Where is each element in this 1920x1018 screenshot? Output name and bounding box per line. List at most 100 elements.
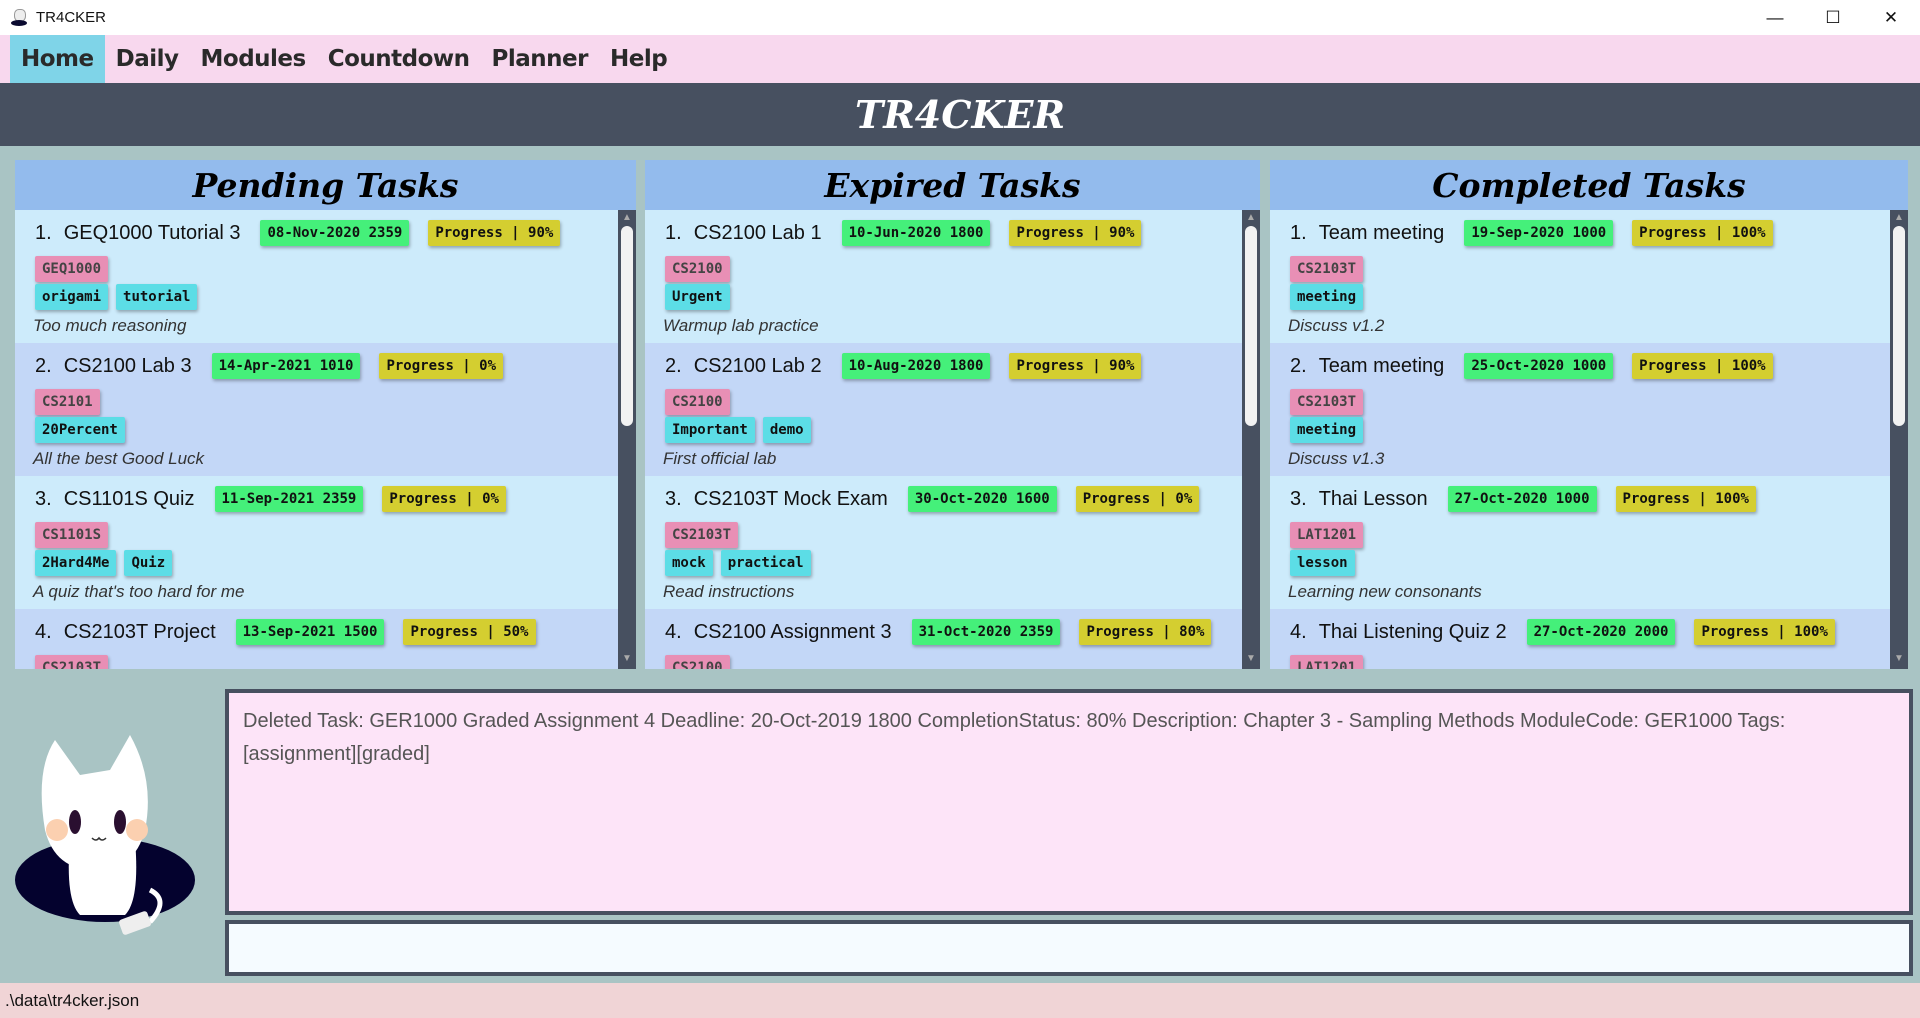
task-description: All the best Good Luck [33, 449, 205, 468]
progress-badge: Progress | 80% [1079, 619, 1212, 645]
task-header: 4. CS2103T Project 13-Sep-2021 1500 Progres… [35, 617, 618, 647]
tag-badge: meeting [1290, 284, 1364, 310]
module-code-badge: CS1101S [35, 522, 109, 548]
progress-badge: Progress | 100% [1694, 619, 1835, 645]
deadline-badge: 30-Oct-2020 1600 [907, 486, 1057, 512]
module-code-badge: CS2103T [665, 522, 739, 548]
window-title: TR4CKER [36, 9, 107, 26]
task-card[interactable]: 4. CS2100 Assignment 3 31-Oct-2020 2359 Pro… [645, 609, 1242, 669]
task-card[interactable]: 3. CS1101S Quiz 11-Sep-2021 2359 Progress |… [15, 476, 618, 609]
task-tags: CS2100 [665, 655, 1242, 669]
menu-planner[interactable]: Planner [481, 35, 599, 83]
task-header: 2. CS2100 Lab 3 14-Apr-2021 1010 Progress |… [35, 351, 618, 381]
completed-tasks-panel: Completed Tasks 1. Team meeting 19-Sep-2020… [1270, 160, 1908, 669]
task-header: 1. GEQ1000 Tutorial 3 08-Nov-2020 2359 Prog… [35, 218, 618, 248]
expired-tasks-panel: Expired Tasks 1. CS2100 Lab 1 10-Jun-2020 1… [645, 160, 1260, 669]
cat-mascot-image [15, 735, 195, 935]
task-index: 1. [665, 221, 682, 244]
tag-list: meeting [1290, 417, 1890, 443]
tag-badge: 20Percent [35, 417, 125, 443]
task-name: 2. CS2100 Lab 2 [665, 355, 822, 378]
task-card[interactable]: 1. Team meeting 19-Sep-2020 1000 Progress |… [1270, 210, 1890, 343]
deadline-badge: 25-Oct-2020 1000 [1464, 353, 1614, 379]
menu-modules[interactable]: Modules [190, 35, 317, 83]
result-display: Deleted Task: GER1000 Graded Assignment … [225, 689, 1913, 915]
task-card[interactable]: 2. CS2100 Lab 2 10-Aug-2020 1800 Progress |… [645, 343, 1242, 476]
scroll-down-arrow-icon[interactable]: ▼ [1890, 653, 1908, 667]
tag-list: 20Percent [35, 417, 618, 443]
scroll-up-arrow-icon[interactable]: ▲ [618, 212, 636, 226]
tag-badge: lesson [1290, 550, 1355, 576]
module-code-badge: CS2100 [665, 389, 730, 415]
task-list: 1. CS2100 Lab 1 10-Jun-2020 1800 Progress |… [645, 210, 1242, 669]
deadline-badge: 11-Sep-2021 2359 [214, 486, 364, 512]
module-code-badge: LAT1201 [1290, 655, 1364, 669]
task-name-text: Team meeting [1318, 354, 1445, 377]
app-header: TR4CKER [0, 83, 1920, 146]
menu-help[interactable]: Help [599, 35, 678, 83]
task-header: 3. Thai Lesson 27-Oct-2020 1000 Progress | … [1290, 484, 1890, 514]
close-button[interactable]: ✕ [1862, 0, 1920, 35]
deadline-badge: 10-Jun-2020 1800 [841, 220, 991, 246]
progress-badge: Progress | 0% [379, 353, 504, 379]
list-scrollbar[interactable]: ▲ ▼ [1890, 210, 1908, 669]
progress-badge: Progress | 90% [1009, 220, 1142, 246]
tag-badge: origami [35, 284, 109, 310]
task-card[interactable]: 4. Thai Listening Quiz 2 27-Oct-2020 2000 P… [1270, 609, 1890, 669]
list-scrollbar[interactable]: ▲ ▼ [1242, 210, 1260, 669]
scrollbar-thumb[interactable] [1893, 226, 1905, 426]
progress-badge: Progress | 100% [1632, 220, 1773, 246]
task-tags: CS2101 20Percent [35, 389, 618, 443]
task-name: 3. CS2103T Mock Exam [665, 488, 888, 511]
task-description: Read instructions [663, 582, 795, 601]
panel-title: Completed Tasks [1270, 160, 1908, 210]
scroll-up-arrow-icon[interactable]: ▲ [1242, 212, 1260, 226]
scroll-down-arrow-icon[interactable]: ▼ [1242, 653, 1260, 667]
command-input[interactable] [225, 920, 1913, 976]
task-name-text: Team meeting [1318, 221, 1445, 244]
task-card[interactable]: 3. CS2103T Mock Exam 30-Oct-2020 1600 Progr… [645, 476, 1242, 609]
status-bar: .\data\tr4cker.json [0, 983, 1920, 1018]
scroll-down-arrow-icon[interactable]: ▼ [618, 653, 636, 667]
task-header: 4. Thai Listening Quiz 2 27-Oct-2020 2000 P… [1290, 617, 1890, 647]
task-card[interactable]: 4. CS2103T Project 13-Sep-2021 1500 Progres… [15, 609, 618, 669]
menu-home[interactable]: Home [10, 35, 105, 83]
tag-list: meeting [1290, 284, 1890, 310]
task-name-text: CS2100 Lab 2 [693, 354, 822, 377]
module-code-badge: LAT1201 [1290, 522, 1364, 548]
app-cat-icon [10, 8, 28, 27]
list-scrollbar[interactable]: ▲ ▼ [618, 210, 636, 669]
minimize-button[interactable]: — [1746, 0, 1804, 35]
task-name: 4. Thai Listening Quiz 2 [1290, 621, 1507, 644]
module-code-badge: CS2103T [1290, 389, 1364, 415]
task-tags: LAT1201 [1290, 655, 1890, 669]
task-card[interactable]: 1. GEQ1000 Tutorial 3 08-Nov-2020 2359 Prog… [15, 210, 618, 343]
tag-badge: practical [720, 550, 811, 576]
task-card[interactable]: 2. Team meeting 25-Oct-2020 1000 Progress |… [1270, 343, 1890, 476]
task-tags: CS2103T meeting [1290, 389, 1890, 443]
task-tags: CS1101S 2Hard4Me Quiz [35, 522, 618, 576]
scrollbar-thumb[interactable] [1245, 226, 1257, 426]
task-name: 3. CS1101S Quiz [35, 488, 195, 511]
module-code-badge: CS2100 [665, 655, 730, 669]
menu-daily[interactable]: Daily [105, 35, 190, 83]
task-card[interactable]: 2. CS2100 Lab 3 14-Apr-2021 1010 Progress |… [15, 343, 618, 476]
maximize-button[interactable]: ☐ [1804, 0, 1862, 35]
task-name: 1. CS2100 Lab 1 [665, 222, 822, 245]
menu-countdown[interactable]: Countdown [317, 35, 481, 83]
task-header: 4. CS2100 Assignment 3 31-Oct-2020 2359 Pro… [665, 617, 1242, 647]
scroll-up-arrow-icon[interactable]: ▲ [1890, 212, 1908, 226]
module-code-badge: GEQ1000 [35, 256, 109, 282]
tag-badge: 2Hard4Me [35, 550, 117, 576]
data-file-path: .\data\tr4cker.json [5, 990, 140, 1010]
tag-badge: tutorial [116, 284, 198, 310]
tag-list: Important demo [665, 417, 1242, 443]
result-text: Deleted Task: GER1000 Graded Assignment … [243, 710, 1786, 765]
tag-badge: demo [762, 417, 811, 443]
task-name-text: Thai Lesson [1318, 487, 1428, 510]
task-card[interactable]: 3. Thai Lesson 27-Oct-2020 1000 Progress | … [1270, 476, 1890, 609]
scrollbar-thumb[interactable] [621, 226, 633, 426]
task-header: 1. CS2100 Lab 1 10-Jun-2020 1800 Progress |… [665, 218, 1242, 248]
task-card[interactable]: 1. CS2100 Lab 1 10-Jun-2020 1800 Progress |… [645, 210, 1242, 343]
deadline-badge: 08-Nov-2020 2359 [260, 220, 410, 246]
